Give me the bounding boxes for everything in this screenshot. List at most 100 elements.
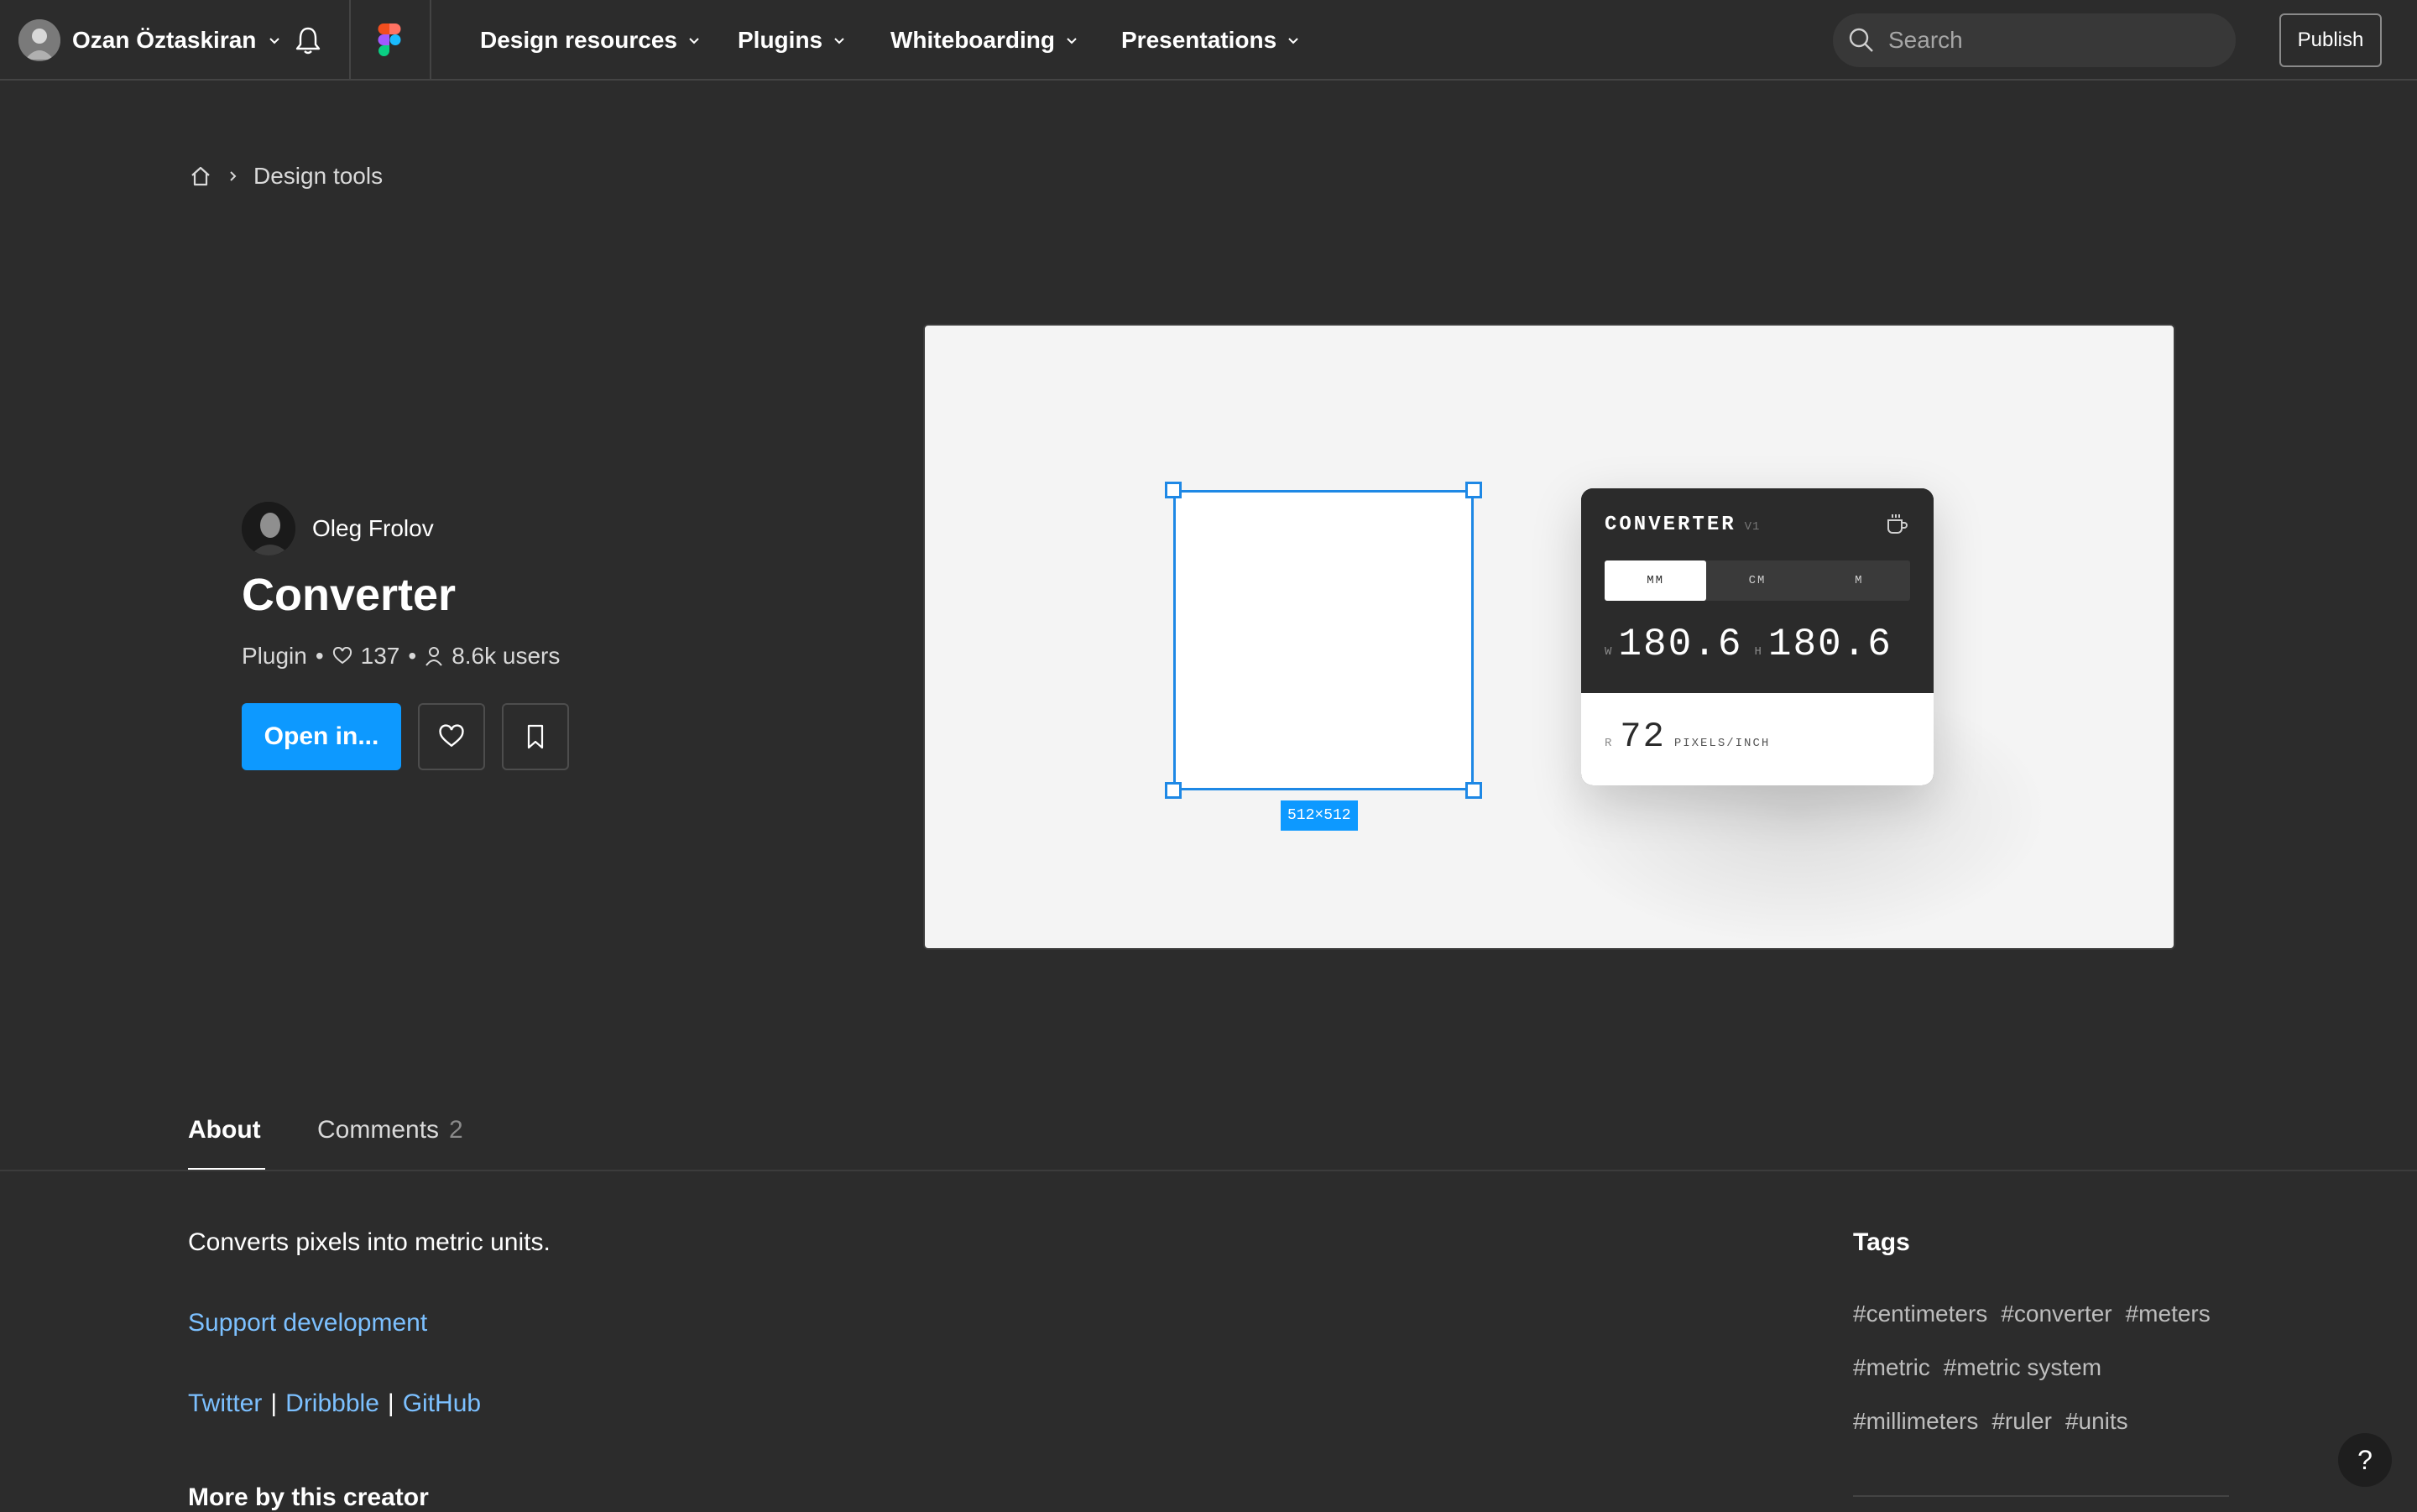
user-avatar xyxy=(18,19,60,61)
nav-design-resources[interactable]: Design resources xyxy=(480,0,701,81)
nav-label: Whiteboarding xyxy=(890,27,1055,53)
resolution-label: R xyxy=(1605,737,1612,750)
tag-units[interactable]: #units xyxy=(2065,1408,2128,1435)
creator-info[interactable]: Oleg Frolov xyxy=(242,502,434,555)
coffee-cup-icon xyxy=(1885,512,1910,535)
heart-icon xyxy=(438,724,465,749)
nav-label: Design resources xyxy=(480,27,677,53)
more-by-creator-heading: More by this creator xyxy=(188,1483,429,1511)
tags-row: #millimeters #ruler #units xyxy=(1853,1408,2128,1435)
selected-frame xyxy=(1173,490,1474,790)
top-navigation-bar: Ozan Öztaskiran Design resources Plugins… xyxy=(0,0,2417,81)
tags-divider xyxy=(1853,1495,2229,1497)
bookmark-button[interactable] xyxy=(502,703,569,770)
converter-header: CONVERTER V1 MM CM M W 180.6 H 180.6 xyxy=(1581,488,1934,693)
likes-count: 137 xyxy=(360,643,400,669)
height-label: H xyxy=(1754,645,1762,659)
open-in-button[interactable]: Open in... xyxy=(242,703,401,770)
tags-row: #centimeters #converter #meters xyxy=(1853,1301,2211,1327)
resize-handle xyxy=(1465,482,1482,498)
user-menu[interactable]: Ozan Öztaskiran xyxy=(18,18,281,62)
link-separator: | xyxy=(387,1389,394,1417)
tag-centimeters[interactable]: #centimeters xyxy=(1853,1301,1987,1327)
chevron-down-icon xyxy=(687,34,701,47)
resolution-unit: PIXELS/INCH xyxy=(1673,737,1771,750)
resize-handle xyxy=(1165,782,1182,799)
search-icon xyxy=(1848,27,1875,54)
help-button[interactable]: ? xyxy=(2338,1433,2392,1487)
converter-ui-card: CONVERTER V1 MM CM M W 180.6 H 180.6 R 7… xyxy=(1581,488,1934,785)
converter-title: CONVERTER V1 xyxy=(1605,514,1760,536)
resolution-panel: R 72 PIXELS/INCH xyxy=(1581,693,1934,785)
nav-label: Plugins xyxy=(738,27,823,53)
resolution-row: R 72 PIXELS/INCH xyxy=(1605,717,1770,757)
search-box[interactable] xyxy=(1833,13,2236,67)
creator-avatar xyxy=(242,502,295,555)
bullet-separator: • xyxy=(408,643,417,669)
plugin-type: Plugin xyxy=(242,643,307,669)
tag-metric-system[interactable]: #metric system xyxy=(1944,1354,2101,1381)
converter-version: V1 xyxy=(1744,520,1761,534)
tag-converter[interactable]: #converter xyxy=(2001,1301,2112,1327)
unit-tab-cm: CM xyxy=(1748,574,1767,587)
tab-label: About xyxy=(188,1116,261,1144)
comments-count: 2 xyxy=(449,1116,463,1144)
nav-whiteboarding[interactable]: Whiteboarding xyxy=(890,0,1078,81)
home-icon[interactable] xyxy=(190,165,211,187)
chevron-down-icon xyxy=(268,34,281,47)
tag-meters[interactable]: #meters xyxy=(2126,1301,2211,1327)
height-value: 180.6 xyxy=(1767,623,1892,666)
tags-row: #metric #metric system xyxy=(1853,1354,2101,1381)
tab-comments[interactable]: Comments 2 xyxy=(317,1116,463,1170)
converter-title-text: CONVERTER xyxy=(1605,514,1736,536)
creator-name: Oleg Frolov xyxy=(312,515,434,541)
nav-label: Presentations xyxy=(1121,27,1277,53)
divider xyxy=(349,0,351,81)
figma-logo-icon[interactable] xyxy=(378,23,401,57)
resize-handle xyxy=(1465,782,1482,799)
tab-about[interactable]: About xyxy=(188,1116,261,1170)
tags-heading: Tags xyxy=(1853,1228,1910,1256)
tag-metric[interactable]: #metric xyxy=(1853,1354,1930,1381)
user-name: Ozan Öztaskiran xyxy=(72,27,257,53)
unit-tab-mm: MM xyxy=(1605,560,1707,601)
frame-dimension-label: 512×512 xyxy=(1281,800,1358,831)
width-value: 180.6 xyxy=(1618,623,1743,666)
breadcrumb-current[interactable]: Design tools xyxy=(253,163,383,190)
github-link[interactable]: GitHub xyxy=(403,1389,481,1418)
twitter-link[interactable]: Twitter xyxy=(188,1389,262,1418)
plugin-title: Converter xyxy=(242,570,457,620)
resize-handle xyxy=(1165,482,1182,498)
tag-ruler[interactable]: #ruler xyxy=(1992,1408,2052,1435)
bullet-separator: • xyxy=(315,643,324,669)
resolution-value: 72 xyxy=(1620,717,1666,757)
nav-presentations[interactable]: Presentations xyxy=(1121,0,1300,81)
dribbble-link[interactable]: Dribbble xyxy=(285,1389,379,1418)
chevron-down-icon xyxy=(1287,34,1300,47)
notifications-bell-icon[interactable] xyxy=(294,25,322,55)
converted-values: W 180.6 H 180.6 xyxy=(1605,623,1892,666)
chevron-down-icon xyxy=(1065,34,1078,47)
chevron-right-icon xyxy=(227,170,238,182)
unit-tabs: MM CM M xyxy=(1605,560,1910,601)
bookmark-icon xyxy=(525,724,546,749)
tabs-divider xyxy=(0,1170,2417,1171)
plugin-preview-image: 512×512 CONVERTER V1 MM CM M W 180.6 H 1… xyxy=(923,324,2175,950)
support-development-link[interactable]: Support development xyxy=(188,1309,427,1337)
search-input[interactable] xyxy=(1887,26,2209,55)
breadcrumb: Design tools xyxy=(190,159,383,193)
heart-icon xyxy=(332,647,352,665)
publish-button[interactable]: Publish xyxy=(2279,13,2382,67)
tab-label: Comments xyxy=(317,1116,440,1144)
link-separator: | xyxy=(270,1389,278,1417)
like-button[interactable] xyxy=(418,703,485,770)
tag-millimeters[interactable]: #millimeters xyxy=(1853,1408,1978,1435)
nav-plugins[interactable]: Plugins xyxy=(738,0,846,81)
social-links: Twitter | Dribbble | GitHub xyxy=(188,1389,481,1418)
plugin-description: Converts pixels into metric units. xyxy=(188,1228,551,1256)
width-label: W xyxy=(1605,645,1612,659)
divider xyxy=(430,0,431,81)
plugin-meta: Plugin • 137 • 8.6k users xyxy=(242,643,560,670)
users-count: 8.6k users xyxy=(452,643,561,669)
user-icon xyxy=(425,646,443,666)
